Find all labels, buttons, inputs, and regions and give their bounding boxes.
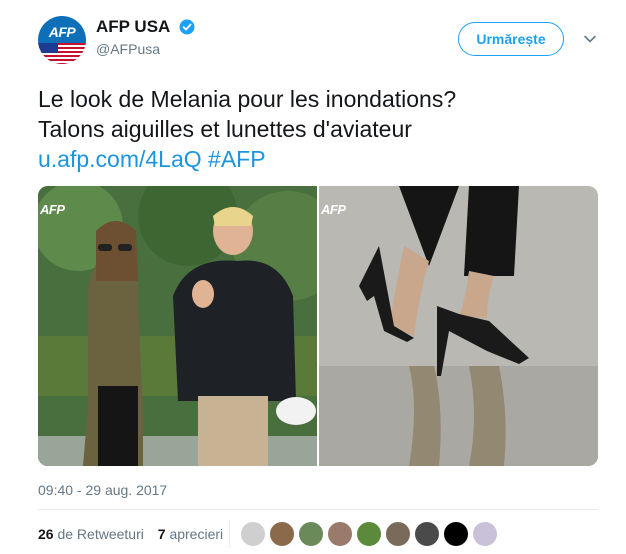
retweets-count: 26 bbox=[38, 526, 54, 542]
liker-avatar[interactable] bbox=[443, 521, 469, 547]
us-flag-icon bbox=[38, 43, 86, 64]
stats-divider bbox=[229, 520, 230, 548]
author-names: AFP USA @AFPusa bbox=[96, 17, 195, 57]
follow-button[interactable]: Urmărește bbox=[458, 22, 564, 56]
photo-left[interactable]: AFP bbox=[38, 186, 317, 466]
tweet-text: Le look de Melania pour les inondations?… bbox=[38, 84, 598, 174]
liker-avatar[interactable] bbox=[385, 521, 411, 547]
tweet-media[interactable]: AFP AFP bbox=[38, 186, 598, 466]
afp-watermark-left: AFP bbox=[40, 202, 65, 217]
likes-label: aprecieri bbox=[169, 526, 224, 542]
likes-stat[interactable]: 7 aprecieri bbox=[158, 520, 223, 548]
likes-count: 7 bbox=[157, 526, 166, 542]
retweets-stat[interactable]: 26 de Retweeturi bbox=[38, 520, 144, 548]
retweets-label: de Retweeturi bbox=[57, 526, 144, 542]
liker-avatar[interactable] bbox=[356, 521, 382, 547]
tweet-link[interactable]: u.afp.com/4LaQ bbox=[38, 146, 202, 172]
avatar[interactable]: AFP bbox=[38, 16, 86, 64]
liker-avatar[interactable] bbox=[240, 521, 266, 547]
tweet-header: AFP AFP USA @AFPusa Urmărește bbox=[38, 14, 608, 70]
author-handle[interactable]: @AFPusa bbox=[96, 41, 195, 57]
tweet-stats: 26 de Retweeturi 7 aprecieri bbox=[38, 520, 233, 548]
hashtag-link[interactable]: #AFP bbox=[208, 146, 266, 172]
afp-watermark-right: AFP bbox=[321, 202, 346, 217]
tweet-timestamp[interactable]: 09:40 - 29 aug. 2017 bbox=[38, 482, 167, 498]
liker-avatar[interactable] bbox=[472, 521, 498, 547]
chevron-down-icon[interactable] bbox=[583, 32, 597, 46]
photo-left-image bbox=[38, 186, 317, 466]
liker-avatar[interactable] bbox=[298, 521, 324, 547]
tweet-text-line-3: u.afp.com/4LaQ #AFP bbox=[38, 144, 598, 174]
photo-right[interactable]: AFP bbox=[319, 186, 598, 466]
verified-badge-icon bbox=[179, 19, 195, 35]
liker-avatar[interactable] bbox=[269, 521, 295, 547]
tweet-text-line-1: Le look de Melania pour les inondations? bbox=[38, 86, 457, 112]
afp-logo: AFP bbox=[48, 24, 76, 40]
photo-right-image bbox=[319, 186, 598, 466]
liker-avatar[interactable] bbox=[414, 521, 440, 547]
liker-avatar[interactable] bbox=[327, 521, 353, 547]
author-display-name[interactable]: AFP USA bbox=[96, 17, 170, 37]
divider bbox=[38, 509, 598, 510]
tweet-text-line-2: Talons aiguilles et lunettes d'aviateur bbox=[38, 116, 412, 142]
